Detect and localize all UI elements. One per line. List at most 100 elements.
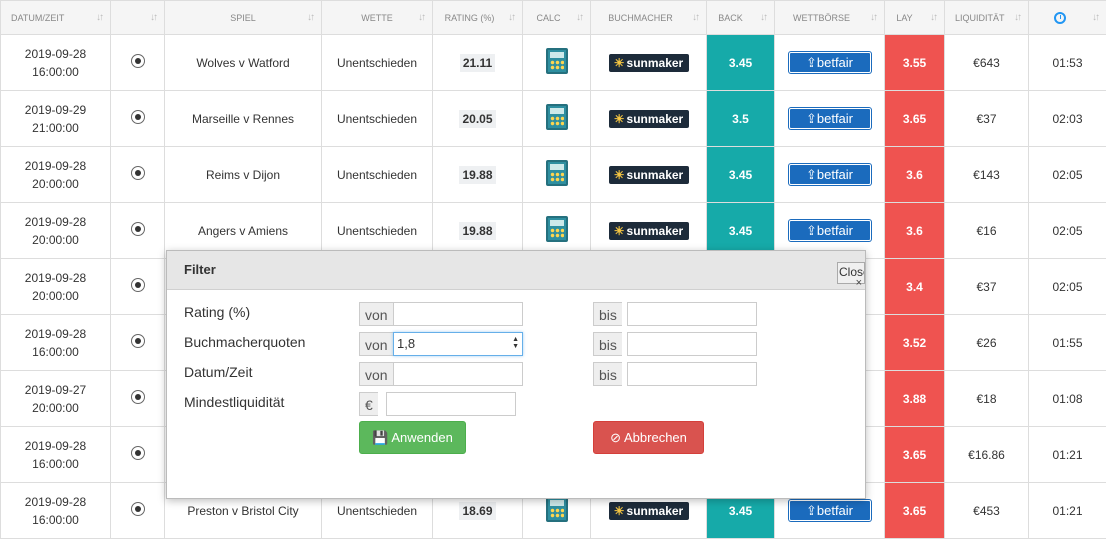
date-value: 2019-09-28	[1, 325, 110, 343]
date-label: Datum/Zeit	[184, 364, 252, 380]
header-match[interactable]: SPIEL ↓↑	[165, 1, 322, 35]
table-row[interactable]: 2019-09-2921:00:00Marseille v RennesUnen…	[1, 91, 1106, 147]
elapsed-cell: 01:21	[1029, 483, 1106, 539]
calculator-icon[interactable]	[546, 496, 568, 522]
calculator-icon[interactable]	[546, 104, 568, 130]
filter-title: Filter	[167, 251, 865, 290]
sort-icon: ↓↑	[1092, 12, 1098, 23]
sport-cell	[111, 259, 165, 315]
lay-odds-cell: 3.65	[885, 483, 945, 539]
liquidity-cell: €18	[945, 371, 1029, 427]
sunmaker-logo[interactable]: ☀sunmaker	[609, 110, 689, 128]
header-back[interactable]: BACK↓↑	[707, 1, 775, 35]
sort-icon: ↓↑	[760, 12, 766, 23]
odds-from-value: 1,8	[397, 336, 415, 351]
header-match-label: SPIEL	[230, 13, 256, 23]
apply-button[interactable]: 💾Anwenden	[359, 421, 466, 454]
rating-to-input[interactable]	[627, 302, 757, 326]
time-value: 16:00:00	[1, 511, 110, 529]
liquidity-cell: €143	[945, 147, 1029, 203]
header-bookmaker[interactable]: BUCHMACHER↓↑	[591, 1, 707, 35]
time-value: 16:00:00	[1, 343, 110, 361]
date-from-input[interactable]	[393, 362, 523, 386]
sport-cell	[111, 147, 165, 203]
header-lay[interactable]: LAY↓↑	[885, 1, 945, 35]
header-bet[interactable]: WETTE↓↑	[322, 1, 433, 35]
header-elapsed[interactable]: ↓↑	[1029, 1, 1106, 35]
match-cell: Reims v Dijon	[165, 147, 322, 203]
lay-odds-cell: 3.65	[885, 427, 945, 483]
betfair-logo[interactable]: ⇪betfair	[789, 500, 871, 521]
lay-odds-cell: 3.4	[885, 259, 945, 315]
elapsed-cell: 02:05	[1029, 147, 1106, 203]
time-value: 20:00:00	[1, 231, 110, 249]
header-bet-label: WETTE	[361, 13, 393, 23]
header-rating-label: RATING (%)	[445, 13, 495, 23]
date-value: 2019-09-28	[1, 437, 110, 455]
currency-addon: €	[359, 392, 378, 416]
liquidity-cell: €26	[945, 315, 1029, 371]
odds-to-input[interactable]	[627, 332, 757, 356]
liquidity-cell: €16.86	[945, 427, 1029, 483]
sunmaker-logo[interactable]: ☀sunmaker	[609, 166, 689, 184]
sport-cell	[111, 91, 165, 147]
sunmaker-logo[interactable]: ☀sunmaker	[609, 502, 689, 520]
lay-odds-cell: 3.88	[885, 371, 945, 427]
match-cell: Marseille v Rennes	[165, 91, 322, 147]
bet-cell: Unentschieden	[322, 35, 433, 91]
rating-cell: 19.88	[433, 147, 523, 203]
filter-dialog: Filter Close × Rating (%) von bis Buchma…	[166, 250, 866, 499]
table-row[interactable]: 2019-09-2820:00:00Reims v DijonUnentschi…	[1, 147, 1106, 203]
betfair-logo[interactable]: ⇪betfair	[789, 220, 871, 241]
date-value: 2019-09-28	[1, 493, 110, 511]
time-value: 20:00:00	[1, 175, 110, 193]
rating-from-input[interactable]	[393, 302, 523, 326]
date-to-input[interactable]	[627, 362, 757, 386]
betfair-logo[interactable]: ⇪betfair	[789, 108, 871, 129]
time-value: 20:00:00	[1, 287, 110, 305]
liquidity-cell: €37	[945, 91, 1029, 147]
bookmaker-name: sunmaker	[627, 224, 684, 238]
odds-from-input[interactable]: 1,8 ▲▼	[393, 332, 523, 356]
elapsed-cell: 01:21	[1029, 427, 1106, 483]
lay-odds-cell: 3.52	[885, 315, 945, 371]
lay-odds-cell: 3.65	[885, 91, 945, 147]
elapsed-cell: 01:08	[1029, 371, 1106, 427]
spinner-icon[interactable]: ▲▼	[512, 336, 519, 350]
calculator-icon[interactable]	[546, 160, 568, 186]
sort-icon: ↓↑	[307, 12, 313, 23]
lay-odds-cell: 3.6	[885, 203, 945, 259]
date-value: 2019-09-28	[1, 269, 110, 287]
liquidity-input[interactable]	[386, 392, 516, 416]
header-liquidity[interactable]: LIQUIDITÄT↓↑	[945, 1, 1029, 35]
sort-icon: ↓↑	[150, 12, 156, 23]
header-exchange[interactable]: WETTBÖRSE↓↑	[775, 1, 885, 35]
sunmaker-logo[interactable]: ☀sunmaker	[609, 54, 689, 72]
betfair-logo[interactable]: ⇪betfair	[789, 52, 871, 73]
header-date[interactable]: DATUM/ZEIT ↓↑	[1, 1, 111, 35]
save-icon: 💾	[372, 422, 388, 453]
exchange-name: betfair	[817, 223, 853, 238]
cancel-button[interactable]: ⊘Abbrechen	[593, 421, 704, 454]
header-sport[interactable]: ↓↑	[111, 1, 165, 35]
header-calc[interactable]: CALC↓↑	[523, 1, 591, 35]
sort-icon: ↓↑	[96, 12, 102, 23]
close-icon[interactable]: ×	[856, 277, 862, 289]
liquidity-cell: €16	[945, 203, 1029, 259]
elapsed-cell: 02:05	[1029, 203, 1106, 259]
sport-cell	[111, 315, 165, 371]
football-icon	[131, 166, 145, 180]
table-row[interactable]: 2019-09-2816:00:00Wolves v WatfordUnents…	[1, 35, 1106, 91]
sunmaker-logo[interactable]: ☀sunmaker	[609, 222, 689, 240]
betfair-logo[interactable]: ⇪betfair	[789, 164, 871, 185]
calculator-icon[interactable]	[546, 216, 568, 242]
sort-icon: ↓↑	[1014, 12, 1020, 23]
calculator-icon[interactable]	[546, 48, 568, 74]
elapsed-cell: 02:03	[1029, 91, 1106, 147]
table-header-row: DATUM/ZEIT↓↑ ↓↑ SPIEL↓↑ WETTE↓↑ RATING (…	[1, 1, 1106, 35]
header-rating[interactable]: RATING (%)↓↑	[433, 1, 523, 35]
header-date-label: DATUM/ZEIT	[11, 13, 64, 23]
sort-icon: ↓↑	[870, 12, 876, 23]
exchange-name: betfair	[817, 111, 853, 126]
rating-from-addon: von	[359, 302, 393, 326]
